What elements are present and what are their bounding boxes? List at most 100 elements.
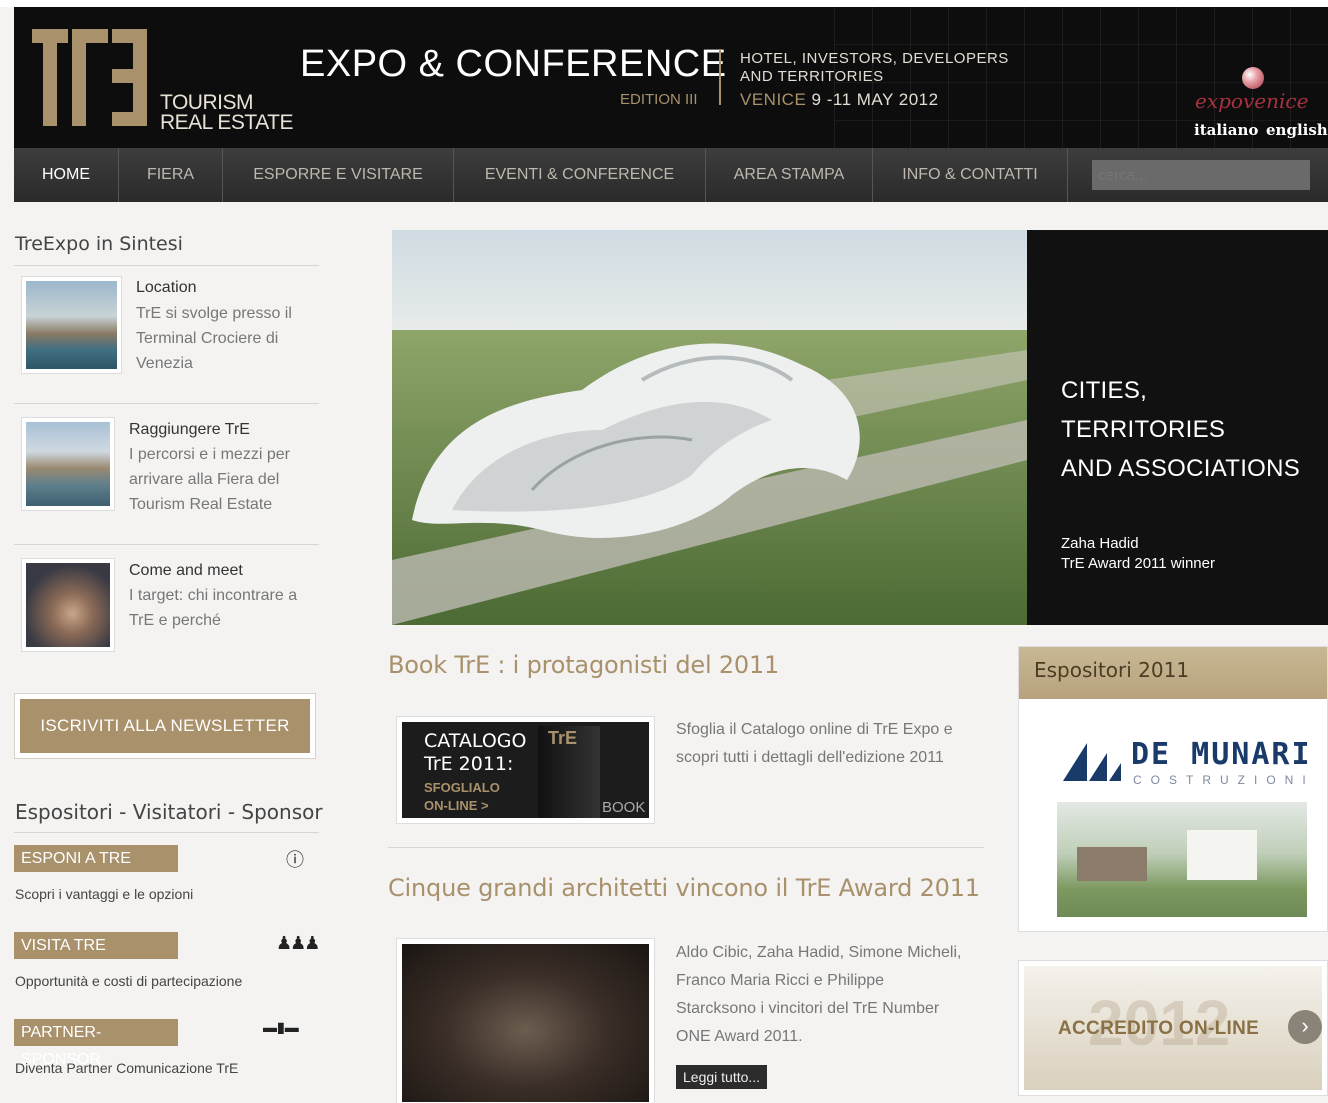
meet-thumb[interactable] xyxy=(21,558,115,652)
accredito-label: ACCREDITO ON-LINE xyxy=(1058,1018,1260,1039)
hero-caption-line: Zaha Hadid xyxy=(1061,535,1139,552)
meet-text-line: TrE e perché xyxy=(129,612,221,629)
catalog-tre-logo: TrE xyxy=(548,728,578,748)
award-photo[interactable] xyxy=(396,938,655,1103)
catalog-book-label: BOOK xyxy=(602,799,646,816)
exhibitor-sub: COSTRUZIONI xyxy=(1133,773,1315,787)
accredito-banner[interactable]: 2012 ACCREDITO ON-LINE › xyxy=(1018,960,1328,1096)
partner-logo-icon[interactable]: ▬▮▬ xyxy=(263,1019,299,1036)
read-more-button[interactable]: Leggi tutto... xyxy=(676,1065,768,1089)
hero-headline: CITIES, TERRITORIES AND ASSOCIATIONS xyxy=(1061,371,1300,488)
book-tre-title[interactable]: Book TrE : i protagonisti del 2011 xyxy=(388,651,779,679)
catalog-line: TrE 2011: xyxy=(424,753,514,775)
meet-title[interactable]: Come and meet xyxy=(129,562,243,580)
location-text-line: TrE si svolge presso il xyxy=(136,305,292,322)
location-text: TrE si svolge presso il Terminal Crocier… xyxy=(136,301,292,376)
venice-dates: VENICE 9 -11 MAY 2012 xyxy=(740,90,939,110)
demunari-banner[interactable]: DE MUNARI COSTRUZIONI xyxy=(1057,707,1319,917)
catalog-banner-inner: TrE CATALOGO TrE 2011: SFOGLIALO ON-LINE… xyxy=(402,722,649,818)
arrow-right-icon[interactable]: › xyxy=(1288,1010,1322,1044)
raggiungere-text-line: I percorsi e i mezzi per xyxy=(129,446,290,463)
article-text-line: Sfoglia il Catalogo online di TrE Expo e xyxy=(676,721,953,738)
location-text-line: Venezia xyxy=(136,355,193,372)
nav-area-stampa[interactable]: AREA STAMPA xyxy=(706,148,873,202)
catalog-cta: SFOGLIALO ON-LINE > xyxy=(424,779,500,815)
hero-caption: Zaha Hadid TrE Award 2011 winner xyxy=(1061,534,1215,574)
sponsor-section-title: Espositori - Visitatori - Sponsor xyxy=(15,800,323,824)
exhibitors-title: Espositori 2011 xyxy=(1019,647,1327,699)
hero-line: CITIES, xyxy=(1061,377,1148,404)
award-photo-image xyxy=(402,944,649,1102)
raggiungere-text-line: arrivare alla Fiera del xyxy=(129,471,280,488)
divider xyxy=(14,544,319,545)
article-text-line: Aldo Cibic, Zaha Hadid, Simone Micheli, xyxy=(676,944,962,961)
article-text-line: Franco Maria Ricci e Philippe xyxy=(676,972,885,989)
sidebar-title: TreExpo in Sintesi xyxy=(15,233,183,255)
venice-city: VENICE xyxy=(740,90,807,109)
header-divider xyxy=(719,49,721,105)
divider xyxy=(388,847,984,848)
raggiungere-text-line: Tourism Real Estate xyxy=(129,496,273,513)
meet-text: I target: chi incontrare a TrE e perché xyxy=(129,583,297,633)
award-title[interactable]: Cinque grandi architetti vincono il TrE … xyxy=(388,874,980,902)
nav-esporre-visitare[interactable]: ESPORRE E VISITARE xyxy=(223,148,454,202)
site-header: TOURISM REAL ESTATE EXPO & CONFERENCE ED… xyxy=(14,7,1328,148)
raggiungere-title[interactable]: Raggiungere TrE xyxy=(129,421,250,439)
hero-line: AND ASSOCIATIONS xyxy=(1061,455,1301,482)
demunari-logo-icon xyxy=(1063,743,1121,781)
expovenice-ball-icon xyxy=(1242,67,1264,89)
visita-desc[interactable]: Opportunità e costi di partecipazione xyxy=(15,973,242,989)
catalog-line: CATALOGO xyxy=(424,730,527,752)
raggiungere-text: I percorsi e i mezzi per arrivare alla F… xyxy=(129,442,290,517)
lang-english-link[interactable]: english xyxy=(1266,121,1328,139)
nav-home[interactable]: HOME xyxy=(14,148,119,202)
partner-tag[interactable]: PARTNER-SPONSOR xyxy=(14,1019,178,1068)
exhibitor-name: DE MUNARI xyxy=(1131,737,1312,772)
info-icon[interactable]: ⓘ xyxy=(286,846,304,872)
hero-caption-line: TrE Award 2011 winner xyxy=(1061,555,1215,572)
location-title[interactable]: Location xyxy=(136,279,197,297)
accredito-inner: 2012 ACCREDITO ON-LINE › xyxy=(1024,966,1322,1090)
tagline-line-2: AND TERRITORIES xyxy=(740,68,884,85)
article-text-line: ONE Award 2011. xyxy=(676,1028,803,1045)
expo-title: EXPO & CONFERENCE xyxy=(300,43,727,85)
tre-logo[interactable] xyxy=(32,29,147,126)
hero-line: TERRITORIES xyxy=(1061,416,1226,443)
logo-wordmark: TOURISM REAL ESTATE xyxy=(160,91,293,134)
edition-label: EDITION III xyxy=(620,91,698,108)
divider xyxy=(14,265,319,266)
event-dates: 9 -11 MAY 2012 xyxy=(811,90,939,109)
header-tagline: HOTEL, INVESTORS, DEVELOPERS AND TERRITO… xyxy=(740,50,1009,86)
esponi-desc[interactable]: Scopri i vantaggi e le opzioni xyxy=(15,886,193,902)
exhibitors-box: Espositori 2011 DE MUNARI COSTRUZIONI xyxy=(1018,646,1328,932)
logo-line-2: REAL ESTATE xyxy=(160,111,293,134)
hero-architecture-image xyxy=(392,230,1027,625)
expovenice-logo[interactable]: expovenice xyxy=(1195,89,1308,113)
raggiungere-thumb[interactable] xyxy=(21,417,115,511)
lang-italiano-link[interactable]: italiano xyxy=(1194,121,1258,139)
catalog-banner[interactable]: TrE CATALOGO TrE 2011: SFOGLIALO ON-LINE… xyxy=(396,716,655,824)
newsletter-button[interactable]: ISCRIVITI ALLA NEWSLETTER xyxy=(14,693,316,759)
divider xyxy=(14,403,319,404)
people-icon[interactable]: ♟♟♟ xyxy=(276,933,320,954)
award-text: Aldo Cibic, Zaha Hadid, Simone Micheli, … xyxy=(676,939,961,1051)
partner-desc[interactable]: Diventa Partner Comunicazione TrE xyxy=(15,1060,238,1076)
esponi-tag[interactable]: ESPONI A TRE xyxy=(14,845,178,872)
logo-line-1: TOURISM xyxy=(160,91,253,114)
exhibitor-house-image xyxy=(1057,802,1307,917)
newsletter-label: ISCRIVITI ALLA NEWSLETTER xyxy=(20,699,310,753)
catalog-cta-line: SFOGLIALO xyxy=(424,780,500,795)
visita-tag[interactable]: VISITA TRE xyxy=(14,932,178,959)
catalog-cta-line: ON-LINE > xyxy=(424,798,489,813)
nav-info-contatti[interactable]: INFO & CONTATTI xyxy=(873,148,1068,202)
search-input[interactable] xyxy=(1092,160,1310,190)
article-text-line: Starcksono i vincitori del TrE Number xyxy=(676,1000,940,1017)
divider xyxy=(14,832,319,833)
meet-text-line: I target: chi incontrare a xyxy=(129,587,298,604)
article-text-line: scopri tutti i dettagli dell'edizione 20… xyxy=(676,749,944,766)
location-text-line: Terminal Crociere di xyxy=(136,330,279,347)
nav-fiera[interactable]: FIERA xyxy=(119,148,223,202)
location-thumb[interactable] xyxy=(21,276,122,374)
hero-banner[interactable]: CITIES, TERRITORIES AND ASSOCIATIONS Zah… xyxy=(392,230,1328,625)
nav-eventi-conference[interactable]: EVENTI & CONFERENCE xyxy=(454,148,706,202)
